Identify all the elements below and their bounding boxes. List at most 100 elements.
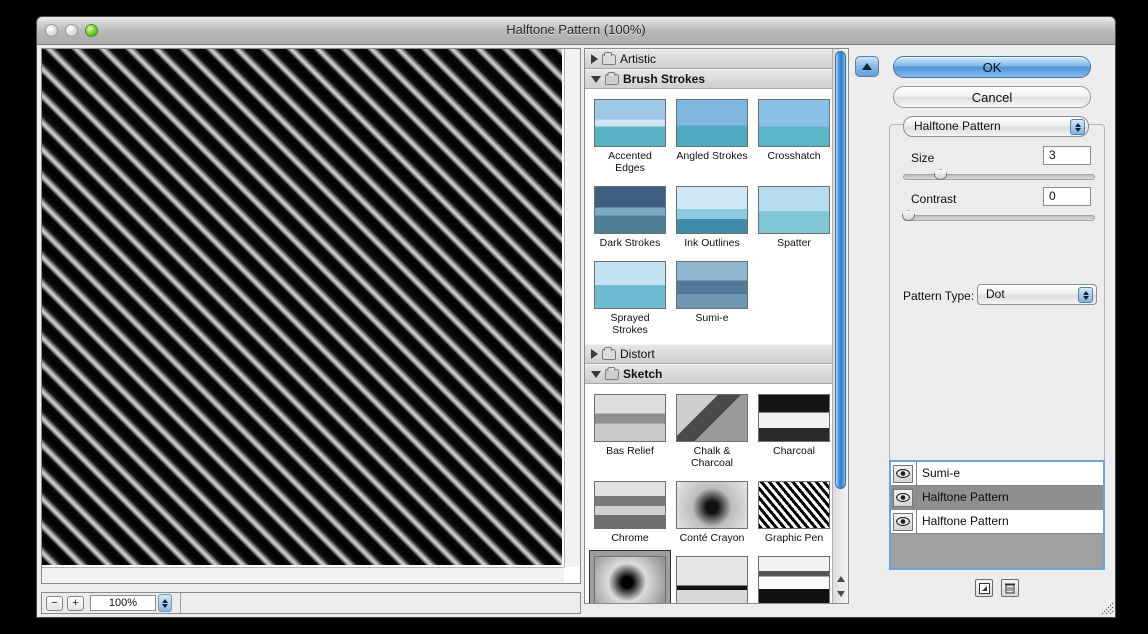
scroll-down-arrow-icon[interactable]	[835, 587, 847, 601]
cancel-button[interactable]: Cancel	[893, 86, 1091, 108]
filter-preview-image	[594, 481, 666, 529]
category-label: Distort	[620, 347, 655, 361]
layer-row[interactable]: Halftone Pattern	[891, 486, 1103, 510]
filter-thumb-note-paper[interactable]: Note Paper	[671, 550, 753, 604]
contrast-slider[interactable]	[903, 215, 1095, 221]
preview-vertical-scrollbar[interactable]	[564, 49, 580, 567]
layer-label: Halftone Pattern	[916, 510, 1103, 534]
filter-preview-image	[676, 261, 748, 309]
chevron-down-icon[interactable]	[591, 76, 601, 83]
settings-panel: OK Cancel Halftone Pattern Size 3 Contra…	[855, 48, 1111, 614]
dropdown-stepper-icon[interactable]	[1070, 119, 1085, 135]
gallery-scrollbar[interactable]	[832, 49, 848, 603]
filter-thumb-halftone-pattern[interactable]: Halftone Pattern	[589, 550, 671, 604]
sketch-thumbnails: Bas Relief Chalk & Charcoal Charcoal Chr…	[585, 384, 848, 604]
filter-preview-image	[758, 394, 830, 442]
title-bar[interactable]: Halftone Pattern (100%)	[37, 17, 1115, 45]
contrast-field[interactable]: 0	[1043, 187, 1091, 206]
ok-button[interactable]: OK	[893, 56, 1091, 78]
layer-row[interactable]: Sumi-e	[891, 462, 1103, 486]
zoom-in-button[interactable]: +	[67, 596, 84, 611]
new-effect-layer-button[interactable]	[975, 579, 993, 597]
filter-label: Accented Edges	[592, 150, 668, 174]
filter-preview-image	[594, 556, 666, 604]
eye-icon[interactable]	[893, 513, 913, 531]
layer-label: Halftone Pattern	[916, 486, 1103, 510]
contrast-label: Contrast	[911, 192, 956, 206]
filter-preview-image	[594, 261, 666, 309]
filter-preview-image	[758, 481, 830, 529]
filter-preview-image	[594, 394, 666, 442]
category-header-distort[interactable]: Distort	[585, 344, 848, 364]
preview-horizontal-scrollbar[interactable]	[42, 567, 564, 583]
filter-label: Ink Outlines	[674, 237, 750, 249]
effect-layers-list[interactable]: Sumi-e Halftone Pattern Halftone Pattern	[889, 460, 1105, 570]
filter-thumb-sprayed-strokes[interactable]: Sprayed Strokes	[589, 255, 671, 340]
filter-preview-image	[676, 186, 748, 234]
layer-row[interactable]: Halftone Pattern	[891, 510, 1103, 534]
filter-thumb-graphic-pen[interactable]: Graphic Pen	[753, 475, 835, 548]
zoom-divider	[180, 593, 181, 613]
gallery-scrollbar-thumb[interactable]	[835, 51, 846, 489]
zoom-out-button[interactable]: −	[46, 596, 63, 611]
filter-thumb-chalk-charcoal[interactable]: Chalk & Charcoal	[671, 388, 753, 473]
folder-open-icon	[605, 74, 620, 85]
resize-grip[interactable]	[1100, 602, 1114, 616]
scroll-up-arrow-icon[interactable]	[835, 572, 847, 586]
filter-name-dropdown[interactable]: Halftone Pattern	[903, 116, 1089, 137]
pattern-type-dropdown[interactable]: Dot	[977, 284, 1097, 305]
zoom-level-field[interactable]: 100%	[90, 595, 156, 611]
filter-gallery-window: Halftone Pattern (100%) − + 100% Artisti…	[36, 16, 1116, 618]
filter-label: Sumi-e	[674, 312, 750, 324]
filter-label: Chrome	[592, 532, 668, 544]
eye-icon[interactable]	[893, 465, 913, 483]
size-field[interactable]: 3	[1043, 146, 1091, 165]
size-slider[interactable]	[903, 174, 1095, 180]
filter-thumb-crosshatch[interactable]: Crosshatch	[753, 93, 835, 178]
chevron-right-icon[interactable]	[591, 349, 598, 359]
folder-icon	[602, 349, 616, 360]
filter-thumb-chrome[interactable]: Chrome	[589, 475, 671, 548]
filter-thumb-charcoal[interactable]: Charcoal	[753, 388, 835, 473]
filter-preview-image	[758, 556, 830, 604]
filter-label: Angled Strokes	[674, 150, 750, 162]
collapse-panel-button[interactable]	[855, 56, 879, 77]
filter-thumb-accented-edges[interactable]: Accented Edges	[589, 93, 671, 178]
layer-toolbar	[889, 576, 1105, 600]
filter-thumb-dark-strokes[interactable]: Dark Strokes	[589, 180, 671, 253]
zoom-stepper[interactable]	[158, 594, 172, 612]
category-header-artistic[interactable]: Artistic	[585, 49, 848, 69]
pattern-type-value: Dot	[986, 287, 1005, 301]
filter-thumb-conte-crayon[interactable]: Conté Crayon	[671, 475, 753, 548]
filter-thumb-sumi-e[interactable]: Sumi-e	[671, 255, 753, 340]
category-header-brush-strokes[interactable]: Brush Strokes	[585, 69, 848, 89]
filter-name-value: Halftone Pattern	[914, 119, 1001, 133]
dropdown-stepper-icon[interactable]	[1078, 287, 1093, 303]
filter-thumb-ink-outlines[interactable]: Ink Outlines	[671, 180, 753, 253]
folder-open-icon	[605, 369, 620, 380]
preview-image[interactable]	[42, 49, 562, 565]
filter-gallery-list[interactable]: Artistic Brush Strokes Accented Edges An…	[584, 48, 849, 604]
window-title: Halftone Pattern (100%)	[37, 22, 1115, 37]
filter-label: Sprayed Strokes	[592, 312, 668, 336]
filter-thumb-bas-relief[interactable]: Bas Relief	[589, 388, 671, 473]
filter-label: Dark Strokes	[592, 237, 668, 249]
filter-preview-image	[594, 99, 666, 147]
size-label: Size	[911, 151, 934, 165]
pattern-type-label: Pattern Type:	[903, 289, 974, 303]
chevron-right-icon[interactable]	[591, 54, 598, 64]
filter-preview-image	[758, 99, 830, 147]
filter-thumb-photocopy[interactable]: Photocopy	[753, 550, 835, 604]
filter-thumb-angled-strokes[interactable]: Angled Strokes	[671, 93, 753, 178]
category-label: Sketch	[623, 367, 662, 381]
filter-label: Conté Crayon	[674, 532, 750, 544]
eye-icon[interactable]	[893, 489, 913, 507]
category-header-sketch[interactable]: Sketch	[585, 364, 848, 384]
delete-effect-layer-button[interactable]	[1001, 579, 1019, 597]
chevron-down-icon[interactable]	[591, 371, 601, 378]
preview-pane[interactable]	[41, 48, 581, 584]
zoom-toolbar: − + 100%	[41, 592, 581, 614]
filter-label: Chalk & Charcoal	[674, 445, 750, 469]
brush-strokes-thumbnails: Accented Edges Angled Strokes Crosshatch…	[585, 89, 848, 344]
filter-thumb-spatter[interactable]: Spatter	[753, 180, 835, 253]
